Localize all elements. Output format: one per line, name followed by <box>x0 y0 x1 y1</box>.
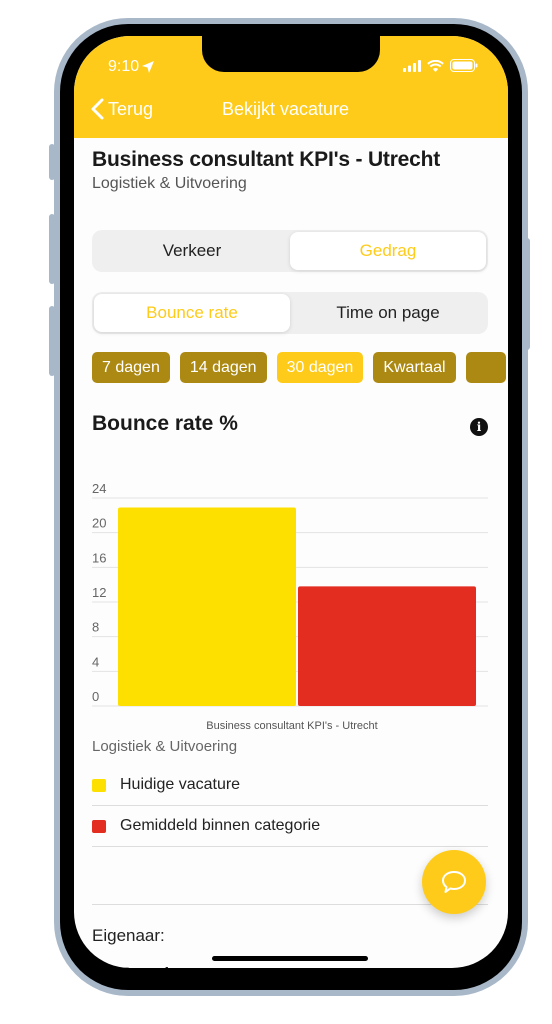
wifi-icon <box>427 59 444 72</box>
clock: 9:10 <box>108 58 140 75</box>
tab-verkeer[interactable]: Verkeer <box>94 232 290 270</box>
chat-bubble-icon <box>442 871 466 893</box>
phone-power-button <box>524 238 530 350</box>
metric-tabs: Bounce rate Time on page <box>92 292 488 334</box>
back-label: Terug <box>108 98 154 119</box>
y-tick-label: 12 <box>92 585 106 600</box>
period-filter: 7 dagen 14 dagen 30 dagen Kwartaal <box>92 352 506 383</box>
pill-7-dagen[interactable]: 7 dagen <box>92 352 170 383</box>
chat-button[interactable] <box>422 850 486 914</box>
pill-more[interactable] <box>465 352 506 383</box>
phone-side-button <box>49 144 55 180</box>
job-category: Logistiek & Uitvoering <box>92 175 247 192</box>
location-arrow-icon <box>142 61 155 73</box>
nav-title: Bekijkt vacature <box>222 99 350 119</box>
info-icon[interactable]: i <box>470 418 488 436</box>
legend-item-average: Gemiddeld binnen categorie <box>92 806 488 847</box>
chart-title: Bounce rate % <box>92 412 238 435</box>
chevron-left-icon <box>91 98 104 120</box>
legend-item-current: Huidige vacature <box>92 765 488 806</box>
status-time: 9:10 <box>108 58 155 76</box>
divider <box>92 904 488 905</box>
phone-volume-up <box>49 214 55 284</box>
notch <box>202 36 380 72</box>
legend-swatch-current <box>92 778 106 792</box>
legend-label-average: Gemiddeld binnen categorie <box>120 817 321 834</box>
y-tick-label: 0 <box>92 689 99 704</box>
main-tabs: Verkeer Gedrag <box>92 230 488 272</box>
pill-30-dagen[interactable]: 30 dagen <box>276 352 364 383</box>
tab-time-on-page[interactable]: Time on page <box>290 294 486 332</box>
back-button[interactable]: Terug <box>90 98 153 120</box>
content: Business consultant KPI's - Utrecht Logi… <box>92 138 506 968</box>
y-tick-label: 24 <box>92 481 106 496</box>
tab-bounce-rate[interactable]: Bounce rate <box>94 294 290 332</box>
phone-volume-down <box>49 306 55 376</box>
legend-category: Logistiek & Uitvoering <box>92 738 238 755</box>
bar-huidige-vacature <box>118 507 296 706</box>
cellular-signal-icon <box>403 59 421 72</box>
x-axis-label: Business consultant KPI's - Utrecht <box>206 720 377 732</box>
bounce-rate-chart: 0 4 8 12 16 20 24 Business consultant KPI's - U… <box>92 481 488 732</box>
y-tick-label: 16 <box>92 550 106 565</box>
status-icons <box>403 59 478 72</box>
screen: 9:10 Terug Bekijkt vacature Business con… <box>74 36 508 968</box>
job-title: Business consultant KPI's - Utrecht <box>92 148 441 171</box>
battery-icon <box>450 59 478 72</box>
tab-gedrag[interactable]: Gedrag <box>290 232 486 270</box>
legend-label-current: Huidige vacature <box>120 776 241 793</box>
home-indicator <box>212 956 368 961</box>
owner-name: Bernd <box>120 964 169 968</box>
app-header: 9:10 Terug Bekijkt vacature <box>74 36 508 138</box>
owner-label: Eigenaar: <box>92 926 165 945</box>
pill-kwartaal[interactable]: Kwartaal <box>373 352 456 383</box>
y-tick-label: 8 <box>92 620 99 635</box>
bar-gemiddeld-binnen-categorie <box>298 586 476 706</box>
y-tick-label: 4 <box>92 654 99 669</box>
y-tick-label: 20 <box>92 516 106 531</box>
legend-swatch-average <box>92 819 106 833</box>
pill-14-dagen[interactable]: 14 dagen <box>179 352 267 383</box>
